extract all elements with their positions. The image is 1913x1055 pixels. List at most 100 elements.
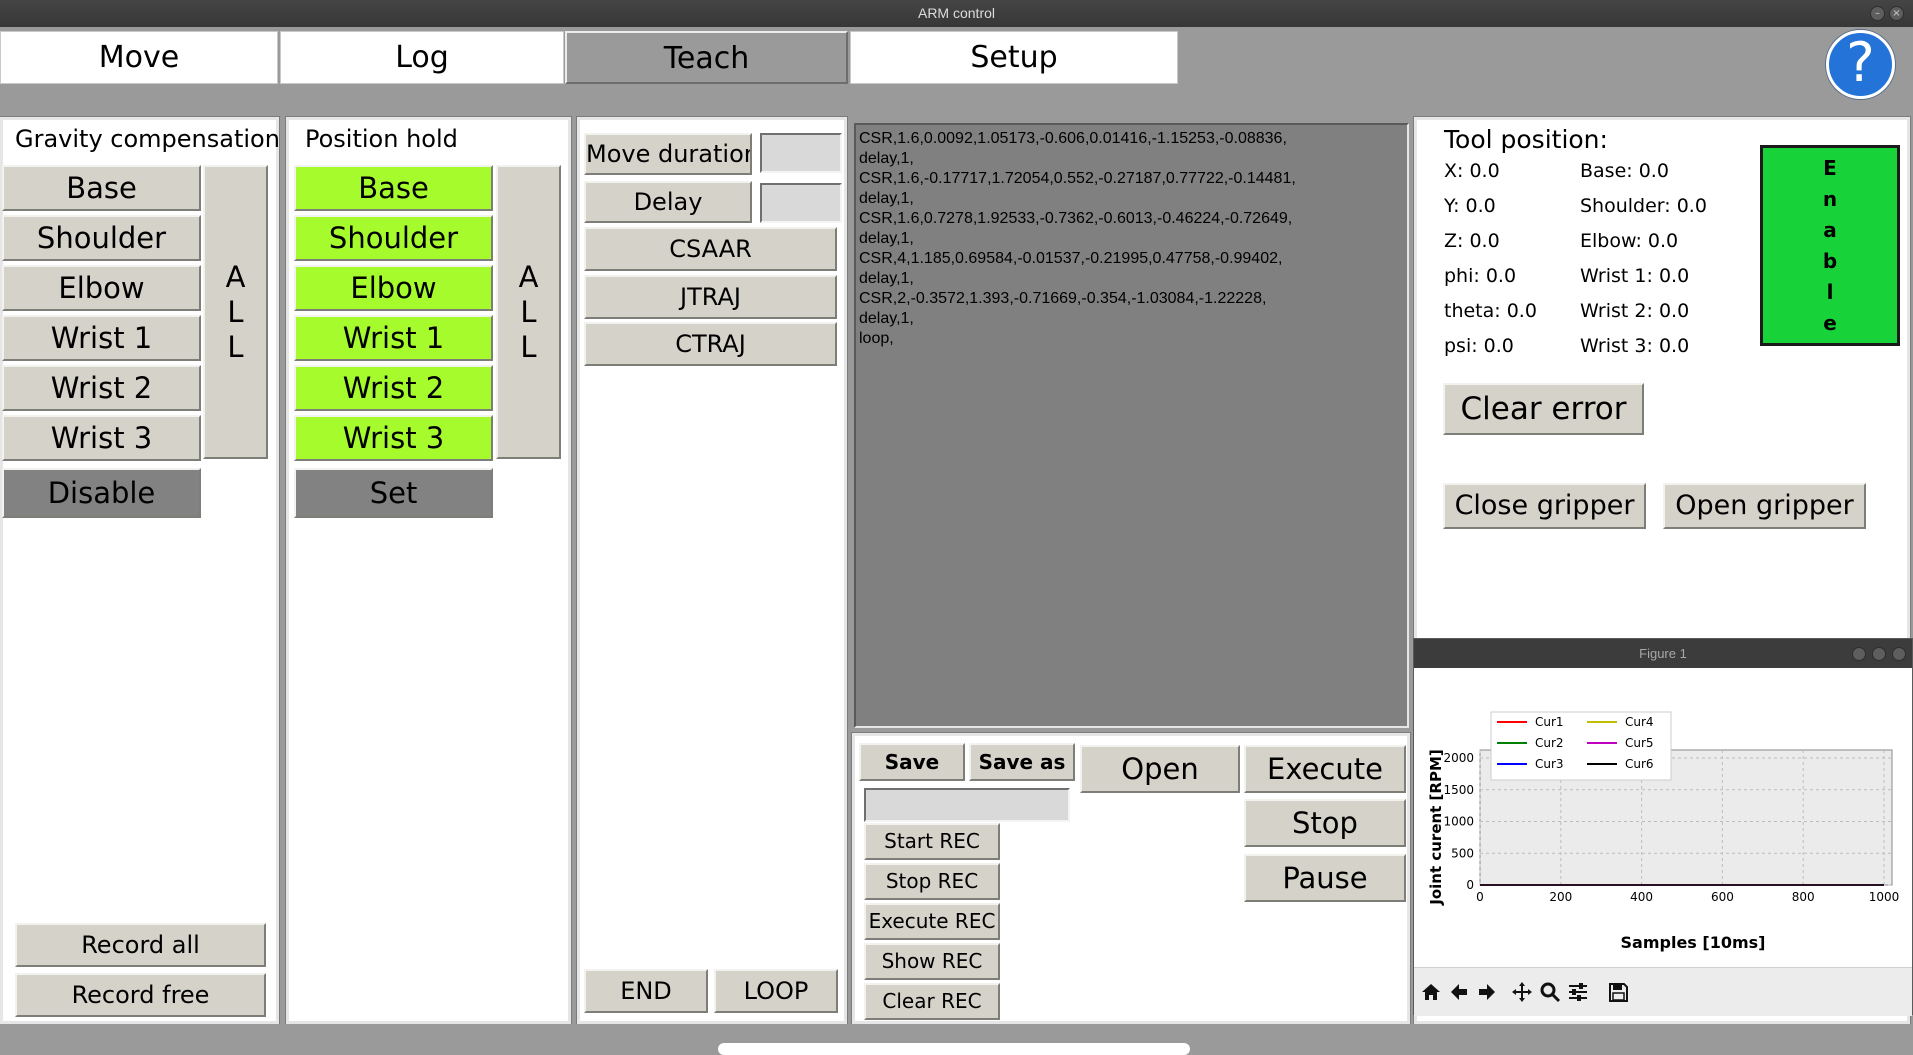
execute-rec-button[interactable]: Execute REC <box>864 903 1000 940</box>
all-letter: A <box>518 259 539 294</box>
jtraj-button[interactable]: JTRAJ <box>584 275 837 319</box>
hold-shoulder-button[interactable]: Shoulder <box>294 215 493 261</box>
help-button[interactable]: ? <box>1826 30 1895 99</box>
record-all-button[interactable]: Record all <box>15 923 266 967</box>
gravity-shoulder-button[interactable]: Shoulder <box>2 215 201 261</box>
joint-base-value: Base: 0.0 <box>1580 160 1669 182</box>
legend-entry: Cur3 <box>1535 757 1564 771</box>
gravity-base-button[interactable]: Base <box>2 165 201 211</box>
move-duration-input[interactable] <box>760 133 842 173</box>
tool-position-title: Tool position: <box>1444 125 1608 154</box>
start-rec-button[interactable]: Start REC <box>864 823 1000 860</box>
tool-y-value: Y: 0.0 <box>1444 195 1496 217</box>
configure-icon[interactable] <box>1564 978 1592 1006</box>
joint-shoulder-value: Shoulder: 0.0 <box>1580 195 1707 217</box>
tab-move[interactable]: Move <box>0 31 278 84</box>
y-tick-label: 1000 <box>1443 815 1474 829</box>
forward-arrow-icon[interactable] <box>1473 978 1501 1006</box>
enable-letter: b <box>1822 249 1838 274</box>
pan-icon[interactable] <box>1508 978 1536 1006</box>
gravity-disable-button[interactable]: Disable <box>2 468 201 518</box>
save-icon[interactable] <box>1604 978 1632 1006</box>
x-tick-label: 200 <box>1549 890 1572 904</box>
x-tick-label: 600 <box>1711 890 1734 904</box>
hold-wrist1-button[interactable]: Wrist 1 <box>294 315 493 361</box>
y-tick-label: 500 <box>1451 846 1474 860</box>
tab-log[interactable]: Log <box>280 31 564 84</box>
hold-wrist3-button[interactable]: Wrist 3 <box>294 415 493 461</box>
legend-entry: Cur6 <box>1625 757 1654 771</box>
move-duration-button[interactable]: Move duration <box>584 133 752 175</box>
x-tick-label: 800 <box>1792 890 1815 904</box>
gravity-wrist3-button[interactable]: Wrist 3 <box>2 415 201 461</box>
ctraj-button[interactable]: CTRAJ <box>584 322 837 366</box>
tool-x-value: X: 0.0 <box>1444 160 1500 182</box>
joint-wrist2-value: Wrist 2: 0.0 <box>1580 300 1690 322</box>
open-gripper-button[interactable]: Open gripper <box>1663 483 1866 529</box>
stop-button[interactable]: Stop <box>1244 799 1406 847</box>
minimize-window-button[interactable]: – <box>1870 6 1885 21</box>
figure-minimize-button[interactable] <box>1852 647 1866 661</box>
legend-entry: Cur1 <box>1535 715 1564 729</box>
all-letter: L <box>227 294 244 329</box>
open-button[interactable]: Open <box>1080 745 1240 793</box>
tool-theta-value: theta: 0.0 <box>1444 300 1537 322</box>
csaar-button[interactable]: CSAAR <box>584 227 837 271</box>
filename-input[interactable] <box>864 788 1070 822</box>
home-icon[interactable] <box>1417 978 1445 1006</box>
close-window-button[interactable]: × <box>1889 6 1904 21</box>
gravity-elbow-button[interactable]: Elbow <box>2 265 201 311</box>
gravity-wrist2-button[interactable]: Wrist 2 <box>2 365 201 411</box>
legend-entry: Cur5 <box>1625 736 1654 750</box>
pause-button[interactable]: Pause <box>1244 854 1406 902</box>
save-button[interactable]: Save <box>859 743 965 781</box>
x-tick-label: 1000 <box>1869 890 1900 904</box>
zoom-icon[interactable] <box>1536 978 1564 1006</box>
back-arrow-icon[interactable] <box>1445 978 1473 1006</box>
joint-wrist3-value: Wrist 3: 0.0 <box>1580 335 1690 357</box>
x-axis-label: Samples [10ms] <box>1621 933 1766 952</box>
clear-error-button[interactable]: Clear error <box>1443 383 1644 435</box>
x-tick-label: 400 <box>1630 890 1653 904</box>
tab-teach[interactable]: Teach <box>565 31 848 84</box>
end-button[interactable]: END <box>584 969 708 1013</box>
record-free-button[interactable]: Record free <box>15 973 266 1017</box>
gravity-wrist1-button[interactable]: Wrist 1 <box>2 315 201 361</box>
y-tick-label: 2000 <box>1443 751 1474 765</box>
show-rec-button[interactable]: Show REC <box>864 943 1000 980</box>
all-letter: L <box>227 329 244 364</box>
hold-set-button[interactable]: Set <box>294 468 493 518</box>
window-title-bar: ARM control <box>0 0 1913 27</box>
hold-all-button[interactable]: A L L <box>496 165 561 459</box>
gravity-compensation-title: Gravity compensation <box>15 125 280 153</box>
tool-phi-value: phi: 0.0 <box>1444 265 1517 287</box>
y-tick-label: 0 <box>1466 878 1474 892</box>
close-gripper-button[interactable]: Close gripper <box>1443 483 1646 529</box>
hold-elbow-button[interactable]: Elbow <box>294 265 493 311</box>
script-text-area[interactable]: CSR,1.6,0.0092,1.05173,-0.606,0.01416,-1… <box>854 123 1409 728</box>
execute-button[interactable]: Execute <box>1244 745 1406 793</box>
figure-maximize-button[interactable] <box>1872 647 1886 661</box>
tab-setup[interactable]: Setup <box>850 31 1178 84</box>
position-hold-title: Position hold <box>305 125 458 153</box>
figure-toolbar <box>1414 967 1912 1016</box>
hold-wrist2-button[interactable]: Wrist 2 <box>294 365 493 411</box>
enable-letter: n <box>1822 186 1838 211</box>
window-title: ARM control <box>917 5 996 21</box>
horizontal-scrollbar[interactable] <box>718 1043 1190 1055</box>
enable-button[interactable]: E n a b l e <box>1760 145 1900 346</box>
current-chart: 0 200 400 600 800 1000 0 500 1000 1500 2000 Joint … <box>1414 668 1912 967</box>
enable-letter: e <box>1823 311 1837 336</box>
loop-button[interactable]: LOOP <box>714 969 838 1013</box>
enable-letter: E <box>1823 155 1837 180</box>
clear-rec-button[interactable]: Clear REC <box>864 983 1000 1020</box>
save-as-button[interactable]: Save as <box>969 743 1075 781</box>
gravity-all-button[interactable]: A L L <box>203 165 268 459</box>
stop-rec-button[interactable]: Stop REC <box>864 863 1000 900</box>
figure-title-bar: Figure 1 <box>1414 639 1912 668</box>
hold-base-button[interactable]: Base <box>294 165 493 211</box>
legend-entry: Cur2 <box>1535 736 1564 750</box>
delay-input[interactable] <box>760 183 842 223</box>
delay-button[interactable]: Delay <box>584 181 752 223</box>
figure-close-button[interactable] <box>1892 647 1906 661</box>
